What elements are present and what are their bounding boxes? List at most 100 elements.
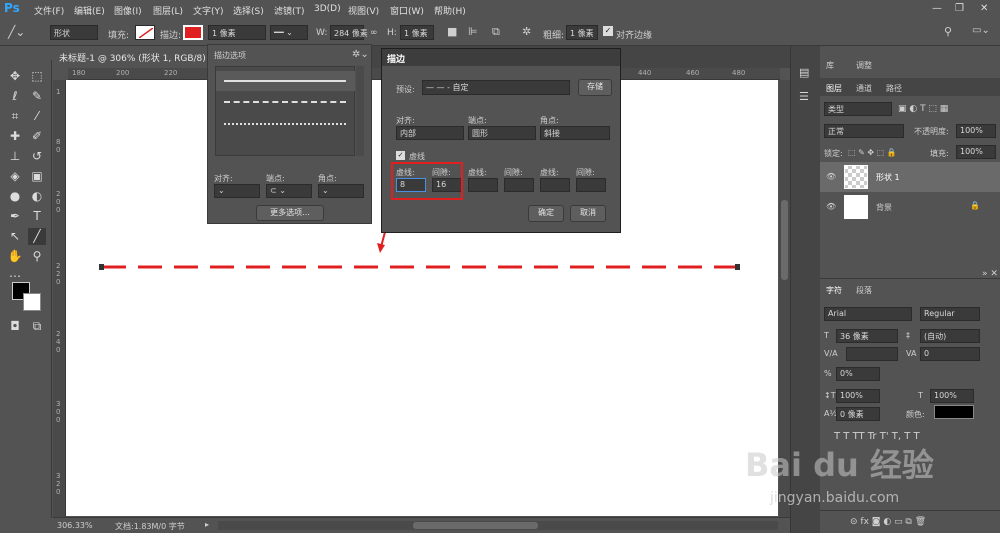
tab-paths[interactable]: 路径 <box>886 83 902 94</box>
tab-paragraph[interactable]: 段落 <box>856 285 872 296</box>
cancel-button[interactable]: 取消 <box>570 205 606 222</box>
close-icon[interactable]: ✕ <box>980 3 988 14</box>
anchor-point[interactable] <box>99 264 104 270</box>
caps-select[interactable]: ⊂ ⌄ <box>266 184 312 198</box>
document-tab[interactable]: 未标题-1 @ 306% (形状 1, RGB/8) * <box>53 46 213 68</box>
gear-icon[interactable]: ✲⌄ <box>352 49 369 60</box>
width-field[interactable]: 284 像素 <box>330 25 368 40</box>
horizontal-scrollbar[interactable] <box>218 521 778 530</box>
search-icon[interactable]: ⚲ <box>944 25 952 38</box>
tracking-field[interactable]: 0 <box>920 347 980 361</box>
lock-icons[interactable]: ⬚ ✎ ✥ ⬚ 🔒 <box>848 148 897 157</box>
workspace-icon[interactable]: ▭⌄ <box>972 25 990 36</box>
restore-icon[interactable]: ❐ <box>955 3 964 14</box>
gear-icon[interactable]: ✲ <box>522 25 531 38</box>
blur-tool-icon[interactable]: ● <box>6 188 24 205</box>
layer-actions-icons[interactable]: ⊝ fx ◙ ◐ ▭ ⧉ 🗑 <box>850 517 926 527</box>
type-tool-icon[interactable]: T <box>28 208 46 225</box>
background-color-swatch[interactable] <box>23 293 41 311</box>
history-brush-icon[interactable]: ↺ <box>28 148 46 165</box>
fill-swatch[interactable] <box>135 25 155 40</box>
preset-scrollbar[interactable] <box>356 66 364 156</box>
zoom-tool-icon[interactable]: ⚲ <box>28 248 46 265</box>
layer-row[interactable]: 👁 形状 1 <box>820 162 1000 192</box>
stroke-type-select[interactable]: ━━ ⌄ <box>270 25 308 40</box>
gradient-tool-icon[interactable]: ▣ <box>28 168 46 185</box>
anchor-point[interactable] <box>735 264 740 270</box>
preset-dashed[interactable] <box>224 101 346 103</box>
line-tool-icon[interactable]: ╱ <box>28 228 46 245</box>
quick-mask-icon[interactable]: ◘ <box>6 318 24 335</box>
history-panel-icon[interactable]: ▤ <box>799 66 809 79</box>
marquee-tool-icon[interactable]: ⬚ <box>28 68 46 85</box>
visibility-eye-icon[interactable]: 👁 <box>826 172 836 181</box>
ok-button[interactable]: 确定 <box>528 205 564 222</box>
menu-image[interactable]: 图像(I) <box>114 4 142 17</box>
dash-3-field[interactable] <box>540 178 570 192</box>
brush-tool-icon[interactable]: ✐ <box>28 128 46 145</box>
preset-dotted[interactable] <box>224 123 346 125</box>
path-select-tool-icon[interactable]: ↖ <box>6 228 24 245</box>
tab-library[interactable]: 库 <box>826 60 834 71</box>
align-edges-checkbox[interactable]: ✓ <box>603 26 613 36</box>
opacity-field[interactable]: 100% <box>956 124 996 138</box>
scroll-thumb[interactable] <box>413 522 538 529</box>
line-tool-icon[interactable]: ╱⌄ <box>8 25 25 39</box>
stroke-width-field[interactable]: 1 像素 <box>208 25 266 40</box>
shape-mode-select[interactable]: 形状 <box>50 25 98 40</box>
zoom-level[interactable]: 306.33% <box>57 521 93 530</box>
menu-edit[interactable]: 编辑(E) <box>74 4 105 17</box>
pen-tool-icon[interactable]: ✒ <box>6 208 24 225</box>
blend-mode-select[interactable]: 正常 <box>824 124 904 138</box>
preset-solid[interactable] <box>216 71 355 91</box>
dodge-tool-icon[interactable]: ◐ <box>28 188 46 205</box>
tab-layers[interactable]: 图层 <box>826 83 842 94</box>
status-arrow-icon[interactable]: ▸ <box>205 520 209 529</box>
menu-filter[interactable]: 滤镜(T) <box>274 4 305 17</box>
font-family-select[interactable]: Arial <box>824 307 912 321</box>
menu-file[interactable]: 文件(F) <box>34 4 64 17</box>
move-tool-icon[interactable]: ✥ <box>6 68 24 85</box>
link-icon[interactable]: ∞ <box>370 28 378 38</box>
menu-view[interactable]: 视图(V) <box>348 4 379 17</box>
vertical-scale-field[interactable]: 100% <box>836 389 880 403</box>
minimize-icon[interactable]: — <box>932 3 942 14</box>
menu-type[interactable]: 文字(Y) <box>193 4 224 17</box>
filter-icons[interactable]: ▣ ◐ T ⬚ ▦ <box>898 104 948 114</box>
path-alignment-icon[interactable]: ⊫ <box>468 25 478 38</box>
baseline-field[interactable]: 0 像素 <box>836 407 880 421</box>
gap-3-field[interactable] <box>576 178 606 192</box>
height-field[interactable]: 1 像素 <box>400 25 434 40</box>
leading-field[interactable]: (自动) <box>920 329 980 343</box>
kind-filter-select[interactable]: 类型 <box>824 102 892 116</box>
tsume-field[interactable]: 0% <box>836 367 880 381</box>
lasso-tool-icon[interactable]: ℓ <box>6 88 24 105</box>
stroke-swatch[interactable] <box>183 25 203 40</box>
properties-panel-icon[interactable]: ☰ <box>799 90 809 103</box>
healing-tool-icon[interactable]: ✚ <box>6 128 24 145</box>
crop-tool-icon[interactable]: ⌗ <box>6 108 24 125</box>
eraser-tool-icon[interactable]: ◈ <box>6 168 24 185</box>
quick-select-tool-icon[interactable]: ✎ <box>28 88 46 105</box>
layer-row[interactable]: 👁 背景 🔒 <box>820 192 1000 222</box>
text-color-swatch[interactable] <box>934 405 974 419</box>
kerning-field[interactable] <box>846 347 898 361</box>
hand-tool-icon[interactable]: ✋ <box>6 248 24 265</box>
save-button[interactable]: 存储 <box>578 79 612 96</box>
preset-select[interactable]: — — - 自定 <box>422 80 570 95</box>
path-operations-icon[interactable]: ■ <box>447 25 457 38</box>
tab-adjustments[interactable]: 调整 <box>856 60 872 71</box>
eyedropper-tool-icon[interactable]: ⁄ <box>28 108 46 125</box>
align-select[interactable]: ⌄ <box>214 184 260 198</box>
fill-field[interactable]: 100% <box>956 145 996 159</box>
corners-select[interactable]: 斜接 <box>540 126 610 140</box>
tab-character[interactable]: 字符 <box>826 285 842 296</box>
corners-select[interactable]: ⌄ <box>318 184 364 198</box>
menu-window[interactable]: 窗口(W) <box>390 4 424 17</box>
font-size-field[interactable]: 36 像素 <box>836 329 898 343</box>
align-select[interactable]: 内部 <box>396 126 464 140</box>
screen-mode-icon[interactable]: ⧉ <box>28 318 46 335</box>
scroll-thumb[interactable] <box>781 200 788 280</box>
more-options-button[interactable]: 更多选项... <box>256 205 324 221</box>
caps-select[interactable]: 圆形 <box>468 126 536 140</box>
